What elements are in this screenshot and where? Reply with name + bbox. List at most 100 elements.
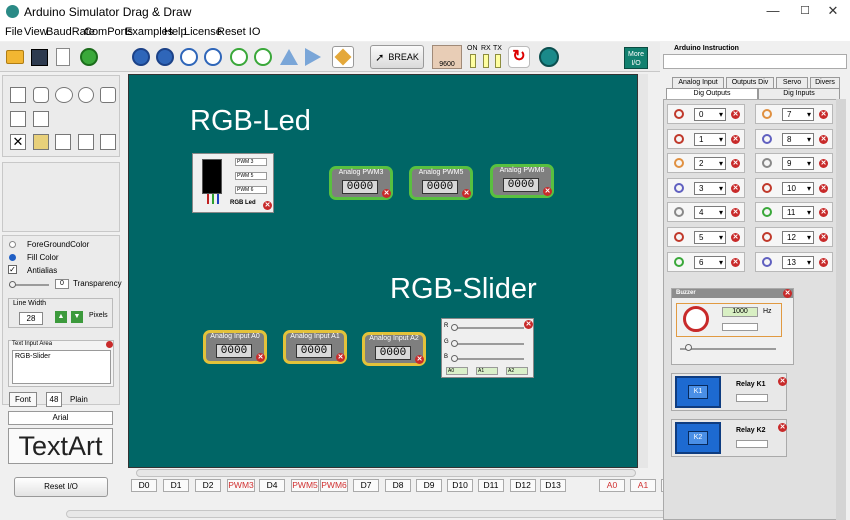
buzzer-pin-select[interactable] [722, 323, 758, 331]
relay-k1-close-icon[interactable]: ✕ [778, 377, 787, 386]
analog-input-a2[interactable]: Analog Input A2 0000 ✕ [362, 332, 426, 366]
pin-row-10[interactable]: 10 ✕ [755, 177, 833, 198]
digital-tab-pwm6[interactable]: PWM6 [320, 479, 348, 492]
flip-horizontal-button[interactable] [302, 46, 324, 68]
line-tool[interactable] [10, 111, 26, 127]
digital-tab-d11[interactable]: D11 [478, 479, 504, 492]
antialias-checkbox[interactable]: ✓ [8, 265, 17, 274]
slider-select-a0[interactable]: A0 [446, 367, 468, 375]
circle-tool[interactable] [78, 87, 94, 103]
rgb-led-component[interactable]: PWM 3 PWM 5 PWM 6 RGB Led ✕ [192, 153, 274, 213]
run-button[interactable] [78, 46, 100, 68]
pin-row-4[interactable]: 4✕ [667, 202, 745, 223]
digital-tab-pwm5[interactable]: PWM5 [291, 479, 319, 492]
right-panel-scrollbar[interactable] [836, 99, 846, 520]
canvas-vertical-scrollbar[interactable] [638, 74, 648, 468]
zoom-out-button[interactable] [154, 46, 176, 68]
analog-pwm3-output[interactable]: Analog PWM3 0000 ✕ [329, 166, 393, 200]
relay-k2-pin-select[interactable] [736, 440, 768, 448]
menu-view[interactable]: View [24, 26, 48, 38]
digital-tab-d10[interactable]: D10 [447, 479, 473, 492]
pin-4-select[interactable]: 4 [694, 206, 726, 220]
buzzer-component[interactable]: Buzzer ✕ 1000 Hz [671, 288, 794, 365]
digital-tab-d1[interactable]: D1 [163, 479, 189, 492]
pin-12-select[interactable]: 12 [782, 231, 814, 244]
window-horizontal-scrollbar[interactable] [66, 510, 686, 518]
pin-0-close-icon[interactable]: ✕ [731, 110, 740, 119]
slider-select-a2[interactable]: A2 [506, 367, 528, 375]
buzzer-volume-knob[interactable] [685, 344, 692, 351]
analog-pwm5-output[interactable]: Analog PWM5 0000 ✕ [409, 166, 473, 200]
buzzer-close-icon[interactable]: ✕ [783, 289, 792, 298]
wire-tool[interactable] [33, 134, 49, 150]
pin-row-12[interactable]: 12 ✕ [755, 227, 833, 247]
fill-tool[interactable] [78, 134, 94, 150]
drawing-canvas[interactable]: RGB-Led RGB-Slider PWM 3 PWM 5 PWM 6 RGB… [128, 74, 638, 468]
pin-11-close-icon[interactable]: ✕ [819, 208, 828, 218]
analog-tab-a0[interactable]: A0 [599, 479, 625, 492]
pin-13-close-icon[interactable]: ✕ [819, 257, 828, 267]
pin-row-11[interactable]: 11 ✕ [755, 202, 833, 223]
tab-servo[interactable]: Servo [776, 77, 808, 88]
pin-row-1[interactable]: 1✕ [667, 128, 745, 149]
digital-tab-d0[interactable]: D0 [131, 479, 157, 492]
pin-3-close-icon[interactable]: ✕ [731, 183, 740, 193]
reload-button[interactable]: ↻ [508, 46, 530, 68]
square-tool[interactable] [100, 87, 116, 103]
tab-divers[interactable]: Divers [810, 77, 840, 88]
pin-1-close-icon[interactable]: ✕ [731, 134, 740, 144]
maximize-button[interactable]: ☐ [790, 0, 820, 24]
digital-tab-pwm3[interactable]: PWM3 [227, 479, 255, 492]
pin-3-select[interactable]: 3 [694, 181, 726, 195]
pin-8-close-icon[interactable]: ✕ [819, 134, 828, 144]
connect-button[interactable] [538, 46, 560, 68]
digital-tab-d2[interactable]: D2 [195, 479, 221, 492]
pin-9-select[interactable]: 9 [782, 157, 814, 171]
tab-analog-input[interactable]: Analog Input [672, 77, 724, 88]
tab-dig-inputs[interactable]: Dig Inputs [758, 88, 840, 99]
digital-tab-d4[interactable]: D4 [259, 479, 285, 492]
more-io-button[interactable]: More I/O [624, 47, 648, 69]
rectangle-tool[interactable] [10, 87, 26, 103]
pwm6-select[interactable]: PWM 6 [235, 186, 267, 194]
open-button[interactable] [4, 46, 26, 68]
break-button[interactable]: ➚ BREAK [370, 45, 424, 69]
pin-5-select[interactable]: 5 [694, 231, 726, 244]
rounded-rect-tool[interactable] [33, 87, 49, 103]
pin-row-13[interactable]: 13 ✕ [755, 251, 833, 272]
pin-1-select[interactable]: 1 [694, 132, 726, 146]
rotate-left-button[interactable] [228, 46, 250, 68]
canvas-horizontal-scrollbar[interactable] [136, 469, 636, 477]
pin-7-close-icon[interactable]: ✕ [819, 110, 828, 119]
relay-k1-pin-select[interactable] [736, 394, 768, 402]
fill-color-swatch[interactable] [9, 254, 16, 261]
pin-13-select[interactable]: 13 [782, 255, 814, 269]
pin-10-select[interactable]: 10 [782, 181, 814, 195]
pin-row-5[interactable]: 5✕ [667, 227, 745, 247]
slider-r-knob[interactable] [451, 324, 458, 331]
analog-input-a0-close-icon[interactable]: ✕ [256, 353, 265, 362]
menu-file[interactable]: File [5, 26, 23, 38]
reset-io-button[interactable]: Reset I/O [14, 477, 108, 497]
undo-button[interactable] [178, 46, 200, 68]
analog-tab-a1[interactable]: A1 [630, 479, 656, 492]
rotate-right-button[interactable] [252, 46, 274, 68]
line-width-up-icon[interactable]: ▲ [55, 311, 67, 323]
line-width-input[interactable]: 28 [19, 312, 43, 325]
close-button[interactable]: ✕ [818, 0, 848, 24]
pwm3-select[interactable]: PWM 3 [235, 158, 267, 166]
analog-input-a0[interactable]: Analog Input A0 0000 ✕ [203, 330, 267, 364]
analog-pwm5-close-icon[interactable]: ✕ [462, 189, 471, 198]
analog-pwm3-close-icon[interactable]: ✕ [382, 189, 391, 198]
slider-g-knob[interactable] [451, 340, 458, 347]
new-button[interactable] [52, 46, 74, 68]
redo-button[interactable] [202, 46, 224, 68]
pin-6-close-icon[interactable]: ✕ [731, 257, 740, 267]
analog-input-a1[interactable]: Analog Input A1 0000 ✕ [283, 330, 347, 364]
edit-button[interactable] [332, 46, 354, 68]
slider-select-a1[interactable]: A1 [476, 367, 498, 375]
pin-9-close-icon[interactable]: ✕ [819, 159, 828, 169]
pin-10-close-icon[interactable]: ✕ [819, 183, 828, 193]
pin-7-select[interactable]: 7 [782, 108, 814, 121]
transparency-value[interactable]: 0 [55, 279, 69, 289]
